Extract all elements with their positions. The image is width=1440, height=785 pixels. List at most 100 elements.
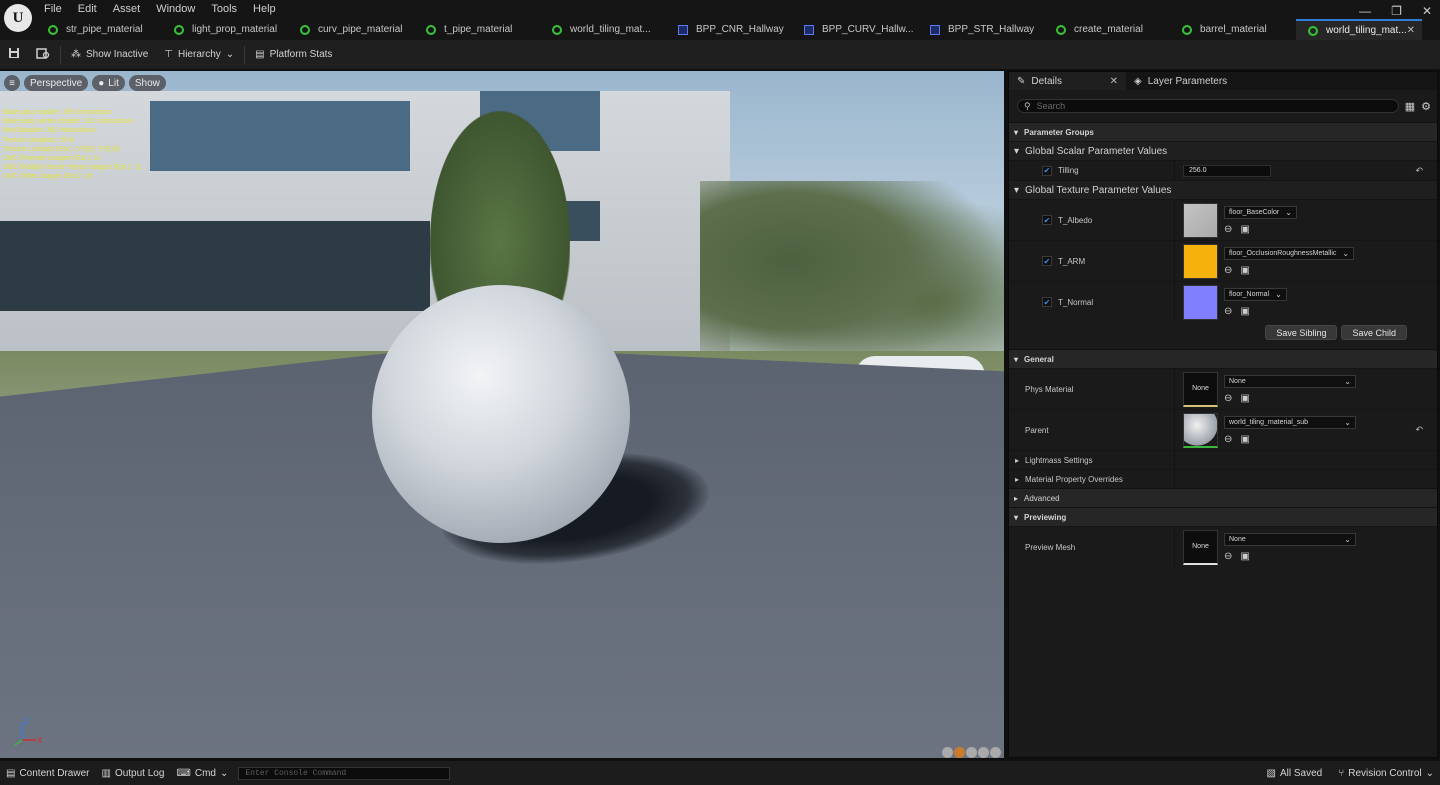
gear-icon[interactable]: ⚙ <box>1421 100 1431 113</box>
use-selected-icon[interactable]: ⊖ <box>1224 393 1232 404</box>
parent-dropdown[interactable]: world_tiling_material_sub ⌄ <box>1224 415 1356 429</box>
unreal-logo-icon[interactable]: U <box>4 4 32 32</box>
texture-thumbnail[interactable] <box>1183 202 1218 238</box>
override-checkbox[interactable]: ✔ <box>1042 165 1052 176</box>
chevron-down-icon: ⌄ <box>1342 248 1350 258</box>
texture-thumbnail[interactable] <box>1183 284 1218 320</box>
show-inactive-button[interactable]: ⁂ Show Inactive <box>63 40 156 70</box>
console-input[interactable]: Enter Console Command <box>238 766 451 780</box>
menu-tools[interactable]: Tools <box>203 2 245 16</box>
browse-asset-icon[interactable]: ▣ <box>1240 393 1249 404</box>
minimize-icon[interactable]: — <box>1359 4 1371 18</box>
override-checkbox[interactable]: ✔ <box>1042 297 1052 307</box>
phys-material-dropdown[interactable]: None ⌄ <box>1224 374 1356 388</box>
param-name: T_Albedo <box>1058 215 1093 225</box>
menu-icon[interactable]: ≡ <box>4 75 20 91</box>
save-sibling-button[interactable]: Save Sibling <box>1265 325 1338 340</box>
close-window-icon[interactable]: ✕ <box>1422 4 1432 18</box>
expanded-arrow-icon: ▾ <box>1014 354 1019 364</box>
close-tab-icon[interactable]: ✕ <box>1407 25 1415 36</box>
menu-file[interactable]: File <box>36 2 70 16</box>
save-child-button[interactable]: Save Child <box>1341 325 1407 340</box>
tab-layer-parameters[interactable]: ◈ Layer Parameters <box>1126 72 1235 90</box>
use-selected-icon[interactable]: ⊖ <box>1224 551 1232 562</box>
reset-to-default-icon[interactable]: ↶ <box>1415 425 1423 436</box>
category-parameter-groups[interactable]: ▾ Parameter Groups <box>1009 122 1437 141</box>
tab-barrel-material[interactable]: barrel_material <box>1170 19 1296 40</box>
use-selected-icon[interactable]: ⊖ <box>1224 265 1232 276</box>
revision-control-button[interactable]: ⑂ Revision Control ⌄ <box>1332 768 1440 779</box>
output-log-button[interactable]: ▥ Output Log <box>95 768 170 779</box>
lit-button[interactable]: ● Lit <box>92 75 125 91</box>
category-previewing[interactable]: ▾ Previewing <box>1009 507 1437 526</box>
menu-edit[interactable]: Edit <box>70 2 105 16</box>
menu-asset[interactable]: Asset <box>105 2 149 16</box>
row-material-overrides[interactable]: ▸ Material Property Overrides <box>1009 469 1437 488</box>
property-value: world_tiling_material_sub ⌄ ⊖ ▣ ↶ <box>1175 410 1437 450</box>
tab-create-material[interactable]: create_material <box>1044 19 1170 40</box>
texture-dropdown[interactable]: floor_Normal ⌄ <box>1224 287 1287 301</box>
tab-world-tiling-mat[interactable]: world_tiling_mat... <box>540 19 666 40</box>
platform-stats-button[interactable]: ▤ Platform Stats <box>247 40 340 70</box>
axis-z-label: Z <box>24 717 29 726</box>
browse-asset-icon[interactable]: ▣ <box>1240 306 1249 317</box>
category-general[interactable]: ▾ General <box>1009 349 1437 368</box>
cylinder-shape-icon[interactable] <box>942 747 953 758</box>
group-global-texture[interactable]: ▾ Global Texture Parameter Values <box>1009 180 1437 199</box>
texture-dropdown[interactable]: floor_OcclusionRoughnessMetallic ⌄ <box>1224 246 1355 260</box>
use-selected-icon[interactable]: ⊖ <box>1224 224 1232 235</box>
chevron-down-icon: ⌄ <box>225 49 235 60</box>
use-selected-icon[interactable]: ⊖ <box>1224 434 1232 445</box>
preview-mesh-dropdown[interactable]: None ⌄ <box>1224 532 1356 546</box>
cmd-dropdown[interactable]: ⌨ Cmd ⌄ <box>170 768 234 779</box>
override-checkbox[interactable]: ✔ <box>1042 215 1052 225</box>
tab-bpp-cnr-hallway[interactable]: BPP_CNR_Hallway <box>666 19 792 40</box>
category-advanced[interactable]: ▸ Advanced <box>1009 488 1437 507</box>
all-saved-button[interactable]: ▧ All Saved <box>1261 768 1329 779</box>
plane-shape-icon[interactable] <box>966 747 977 758</box>
tab-t-pipe-material[interactable]: t_pipe_material <box>414 19 540 40</box>
cube-shape-icon[interactable] <box>978 747 989 758</box>
texture-dropdown[interactable]: floor_BaseColor ⌄ <box>1224 205 1297 219</box>
use-selected-icon[interactable]: ⊖ <box>1224 306 1232 317</box>
tab-world-tiling-mat-active[interactable]: world_tiling_mat... ✕ <box>1296 19 1422 40</box>
menu-help[interactable]: Help <box>245 2 284 16</box>
asset-thumbnail[interactable]: None <box>1183 371 1218 407</box>
category-label: General <box>1024 354 1054 364</box>
save-button[interactable] <box>0 40 28 70</box>
tab-details[interactable]: ✎ Details ✕ <box>1009 72 1126 90</box>
browse-asset-icon[interactable]: ▣ <box>1240 551 1249 562</box>
browse-button[interactable] <box>28 40 58 70</box>
param-label: ✔ T_ARM <box>1009 241 1175 281</box>
group-global-scalar[interactable]: ▾ Global Scalar Parameter Values <box>1009 141 1437 160</box>
tab-light-prop-material[interactable]: light_prop_material <box>162 19 288 40</box>
browse-asset-icon[interactable]: ▣ <box>1240 434 1249 445</box>
teapot-shape-icon[interactable] <box>990 747 1001 758</box>
menu-window[interactable]: Window <box>148 2 203 16</box>
content-drawer-button[interactable]: ▤ Content Drawer <box>0 768 95 779</box>
texture-thumbnail[interactable] <box>1183 243 1218 279</box>
tab-bpp-curv-hallway[interactable]: BPP_CURV_Hallw... <box>792 19 918 40</box>
material-preview-viewport[interactable]: ≡ Perspective ● Lit Show Base pass shader… <box>0 71 1004 758</box>
category-label: Previewing <box>1024 512 1067 522</box>
close-tab-icon[interactable]: ✕ <box>1110 76 1118 87</box>
tab-str-pipe-material[interactable]: str_pipe_material <box>36 19 162 40</box>
tilling-field[interactable]: 256.0 <box>1183 164 1271 177</box>
tab-curv-pipe-material[interactable]: curv_pipe_material <box>288 19 414 40</box>
search-input[interactable]: ⚲ Search <box>1017 99 1399 113</box>
sphere-shape-icon[interactable] <box>954 747 965 758</box>
tab-bpp-str-hallway[interactable]: BPP_STR_Hallway <box>918 19 1044 40</box>
row-lightmass[interactable]: ▸ Lightmass Settings <box>1009 450 1437 469</box>
hierarchy-button[interactable]: ⊤ Hierarchy ⌄ <box>156 40 242 70</box>
browse-asset-icon[interactable]: ▣ <box>1240 224 1249 235</box>
show-button[interactable]: Show <box>128 75 166 91</box>
perspective-button[interactable]: Perspective <box>24 75 89 91</box>
override-checkbox[interactable]: ✔ <box>1042 256 1052 266</box>
asset-thumbnail[interactable]: None <box>1183 529 1218 565</box>
parent-material-thumbnail[interactable] <box>1183 412 1218 448</box>
browse-asset-icon[interactable]: ▣ <box>1240 265 1249 276</box>
reset-to-default-icon[interactable]: ↶ <box>1415 165 1423 176</box>
dropdown-value: floor_BaseColor <box>1229 208 1280 216</box>
restore-icon[interactable]: ❐ <box>1391 4 1402 18</box>
table-view-icon[interactable]: ▦ <box>1405 100 1415 113</box>
